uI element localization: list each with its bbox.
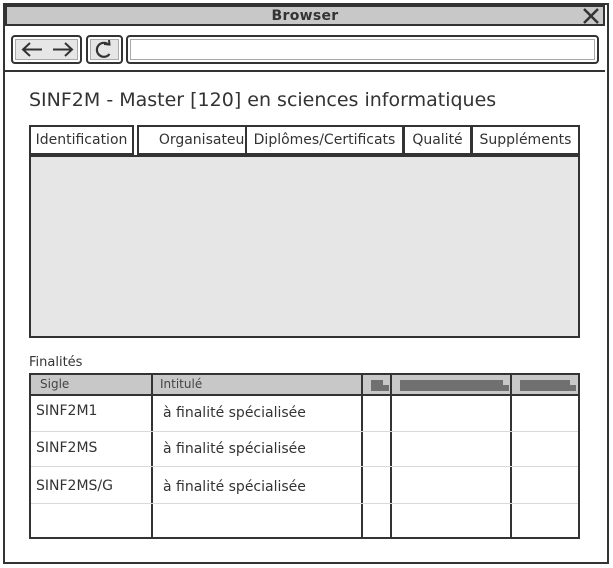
column-header-sigle[interactable]: Sigle: [40, 377, 69, 391]
cell-sigle: SINF2M1: [36, 403, 98, 419]
close-icon[interactable]: [581, 6, 601, 26]
tab-diplomes-certificats[interactable]: Diplômes/Certificats: [245, 125, 404, 155]
finalites-table: Sigle Intitulé SINF2M1 à finalité spécia…: [29, 373, 580, 539]
back-button[interactable]: [15, 37, 49, 62]
column-header-5[interactable]: [520, 380, 576, 391]
row-divider: [31, 503, 578, 504]
finalites-label: Finalités: [29, 355, 83, 370]
table-header: Sigle Intitulé: [31, 375, 578, 396]
column-header-4[interactable]: [400, 380, 509, 391]
tab-identification[interactable]: Identification: [29, 125, 134, 155]
row-divider: [31, 466, 578, 467]
cell-intitule: à finalité spécialisée: [163, 405, 306, 421]
url-input[interactable]: [132, 41, 592, 58]
navigation-buttons: [11, 35, 82, 64]
column-divider: [510, 375, 512, 537]
cell-intitule: à finalité spécialisée: [163, 441, 306, 457]
cell-intitule: à finalité spécialisée: [163, 479, 306, 495]
toolbar-divider: [5, 70, 605, 72]
reload-icon: [95, 39, 111, 58]
page-title: SINF2M - Master [120] en sciences inform…: [29, 89, 497, 111]
title-bar: Browser: [5, 5, 605, 26]
tab-qualite[interactable]: Qualité: [403, 125, 472, 155]
cell-sigle: SINF2MS: [36, 440, 98, 456]
reload-button[interactable]: [86, 35, 123, 64]
column-divider: [390, 375, 392, 537]
tab-content-panel: [29, 155, 580, 338]
column-header-intitule[interactable]: Intitulé: [160, 377, 202, 391]
row-divider: [31, 431, 578, 432]
arrow-right-icon: [53, 42, 74, 57]
column-header-3[interactable]: [371, 380, 389, 391]
arrow-left-icon: [21, 42, 42, 57]
column-divider: [151, 375, 153, 537]
forward-button[interactable]: [47, 37, 81, 62]
tab-supplements[interactable]: Suppléments: [471, 125, 580, 155]
cell-sigle: SINF2MS/G: [36, 478, 113, 494]
column-divider: [361, 375, 363, 537]
address-bar[interactable]: [126, 35, 599, 64]
window-title: Browser: [271, 8, 339, 24]
